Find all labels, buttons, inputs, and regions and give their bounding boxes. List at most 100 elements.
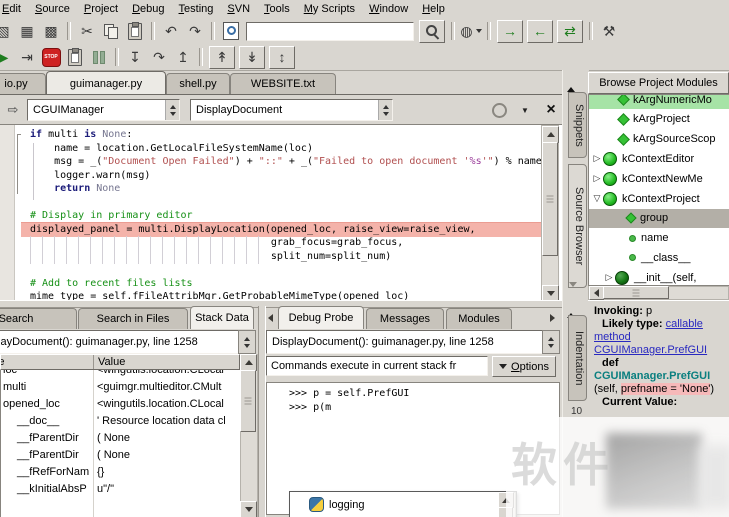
collapse-up-icon-2[interactable] [567,301,575,313]
stack-row-opened-loc[interactable]: opened_loc<wingutils.location.CLocal [1,395,241,412]
menu-debug[interactable]: Debug [125,2,171,16]
editor-menu-icon[interactable] [515,100,535,120]
goto-prev-bookmark-icon[interactable]: ← [527,20,553,43]
stack-row-freffornam[interactable]: __fRefForNam{} [1,463,241,480]
stack-frame-combo[interactable]: DisplayDocument(): guimanager.py, line 1… [0,330,245,354]
type-link-class[interactable]: CGUIManager.PrefGUI [594,344,707,356]
symbol-combo[interactable]: DisplayDocument [190,99,393,121]
new-window-icon[interactable]: ▧ [0,20,15,42]
debug-continue-icon[interactable]: ▶ [0,46,15,68]
tab-stack-data[interactable]: Stack Data [190,306,254,329]
probe-frame-combo[interactable]: DisplayDocument(): guimanager.py, line 1… [266,330,547,354]
tab-snippets[interactable]: Snippets [568,92,587,158]
search-button[interactable] [419,20,445,43]
tab-search[interactable]: Search [0,308,77,329]
search-document-icon[interactable] [219,20,243,42]
tab-io-py[interactable]: io.py [0,73,46,94]
tree-item-kcontexteditor[interactable]: ▷kContextEditor [589,149,729,168]
probe-frame-spinner[interactable] [542,330,560,354]
recent-symbol-icon[interactable] [489,100,509,120]
symbol-combo-spinner[interactable] [378,100,392,120]
tree-item-class[interactable]: __class__ [589,248,729,267]
strip-scroll-down-icon[interactable] [569,287,577,299]
goto-symbol-icon[interactable]: ⇨ [3,100,23,120]
frame-down-icon[interactable]: ↡ [239,46,265,69]
options-button[interactable]: Options [492,356,556,377]
stack-vscrollbar[interactable] [240,354,258,517]
tree-item-name[interactable]: name [589,229,729,248]
stack-row-kinitialabsp[interactable]: __kInitialAbsPu"/" [1,480,241,497]
tree-item-kargproject[interactable]: kArgProject [589,110,729,129]
menu-testing[interactable]: Testing [172,2,221,16]
menu-edit[interactable]: Edit [0,2,28,16]
cut-icon[interactable]: ✂ [75,20,99,42]
tab-indentation[interactable]: Indentation [568,315,587,401]
tab-shell-py[interactable]: shell.py [166,73,230,94]
run-to-cursor-icon[interactable]: ⇥ [15,46,39,68]
stack-row-loc[interactable]: loc<wingutils.location.CLocal [1,370,241,378]
class-combo-spinner[interactable] [165,100,179,120]
tree-hscrollbar[interactable] [588,286,729,300]
menu-svn[interactable]: SVN [220,2,257,16]
class-combo[interactable]: CGUIManager [27,99,180,121]
tab-source-browser[interactable]: Source Browser [568,164,587,288]
stack-frame-spinner[interactable] [238,330,256,354]
undo-icon[interactable]: ↶ [159,20,183,42]
copy-icon[interactable] [99,20,123,42]
expander-icon[interactable]: ▷ [603,272,615,283]
toggle-bookmark-icon[interactable]: ⇄ [557,20,583,43]
code-editor[interactable]: if multi is None: name = location.GetLoc… [0,124,562,301]
completion-logging[interactable]: logging [292,494,498,515]
menu-help[interactable]: Help [415,2,452,16]
close-editor-icon[interactable] [541,100,561,120]
expander-icon[interactable]: ▷ [591,173,603,184]
stack-row-fparentdir[interactable]: __fParentDir( None [1,446,241,463]
tab-messages[interactable]: Messages [366,308,444,329]
open-file-icon[interactable]: ▦ [15,20,39,42]
type-link-callable[interactable]: callable [666,318,703,330]
menu-source[interactable]: Source [28,2,77,16]
tab-website-txt[interactable]: WEBSITE.txt [230,73,336,94]
stack-table-header[interactable]: Variable Value [0,354,240,370]
tab-modules[interactable]: Modules [446,308,512,329]
stack-row-doc[interactable]: __doc__' Resource location data cl [1,412,241,429]
expander-icon[interactable]: ▷ [591,153,603,164]
search-scope-icon[interactable]: ◍ [459,20,483,42]
tree-item-kcontextnewme[interactable]: ▷kContextNewMe [589,169,729,188]
tree-item-kargnumericmo[interactable]: kArgNumericMo [589,94,729,109]
browse-project-modules-button[interactable]: Browse Project Modules [588,72,729,94]
debug-io-icon[interactable] [63,46,87,68]
tools-icon[interactable]: ⚒ [597,20,621,42]
menu-my-scripts[interactable]: My Scripts [297,2,362,16]
stop-debug-icon[interactable]: STOP [39,46,63,68]
tree-item-kcontextproject[interactable]: ▽kContextProject [589,189,729,208]
tab-guimanager-py[interactable]: guimanager.py [46,71,166,94]
editor-scroll-thumb[interactable] [542,142,558,256]
step-into-icon[interactable]: ↧ [123,46,147,68]
menu-window[interactable]: Window [362,2,415,16]
menu-tools[interactable]: Tools [257,2,297,16]
editor-vscrollbar[interactable] [541,125,559,301]
step-out-icon[interactable]: ↥ [171,46,195,68]
module-browser-tree[interactable]: kArgNumericMokArgProjectkArgSourceScop▷k… [588,94,729,286]
goto-next-bookmark-icon[interactable]: → [497,20,523,43]
frame-current-icon[interactable]: ↕ [269,46,295,69]
stack-scroll-down-icon[interactable] [240,501,257,517]
menu-project[interactable]: Project [77,2,125,16]
collapse-up-icon[interactable] [567,75,575,87]
stack-row-multi[interactable]: multi<guimgr.multieditor.CMult [1,378,241,395]
stack-row-fparentdir[interactable]: __fParentDir( None [1,429,241,446]
scroll-up-icon[interactable] [542,126,559,143]
tree-scroll-thumb[interactable] [603,286,669,299]
commands-input[interactable]: Commands execute in current stack fr [266,356,488,376]
search-input[interactable] [246,22,414,41]
tab-search-in-files[interactable]: Search in Files [78,308,188,329]
save-file-icon[interactable]: ▩ [39,20,63,42]
tree-item-kargsourcescop[interactable]: kArgSourceScop [589,130,729,149]
probe-tabs-next-icon[interactable] [546,311,558,324]
redo-icon[interactable]: ↷ [183,20,207,42]
tree-item-init-self[interactable]: ▷__init__(self, [589,268,729,286]
paste-icon[interactable] [123,20,147,42]
scroll-down-icon[interactable] [542,285,559,301]
frame-up-icon[interactable]: ↟ [209,46,235,69]
